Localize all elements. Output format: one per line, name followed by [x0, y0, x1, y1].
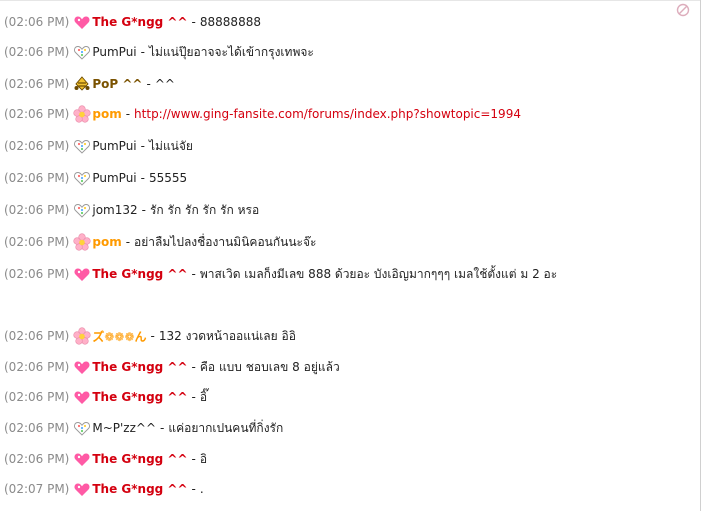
user-name[interactable]: pom	[92, 107, 121, 121]
message-time: (02:06 PM)	[4, 171, 70, 185]
chat-message: (02:06 PM) ズ❁❁❁ん - 132 งวดหน้าออแน่เลย อ…	[4, 326, 296, 346]
rainbow-heart-icon	[74, 172, 91, 186]
message-time: (02:06 PM)	[4, 45, 70, 59]
separator: -	[191, 482, 196, 496]
pink-flower-icon	[73, 105, 91, 123]
separator: -	[125, 107, 131, 121]
message-text: อิ	[199, 451, 208, 466]
message-time: (02:06 PM)	[4, 139, 70, 153]
message-text: พาสเวิด เมลก็งมีเลข 888 ด้วยอะ บังเอิญมา…	[199, 266, 558, 281]
message-text: ^^	[154, 77, 175, 91]
message-text: 55555	[149, 171, 188, 185]
chat-message: (02:06 PM) jom132 - รัก รัก รัก รัก รัก …	[4, 200, 259, 220]
message-text: .	[199, 482, 204, 496]
separator: -	[140, 45, 145, 59]
separator: -	[191, 360, 196, 374]
separator: -	[140, 139, 145, 153]
chat-message: (02:06 PM) PoP ^^ - ^^	[4, 74, 175, 94]
message-time: (02:06 PM)	[4, 421, 70, 435]
rainbow-heart-icon	[74, 46, 91, 60]
separator: -	[141, 203, 146, 217]
user-name[interactable]: ズ❁❁❁ん	[92, 328, 146, 345]
separator: -	[191, 390, 196, 404]
divider	[0, 0, 700, 1]
message-text: แค่อยากเปนคนที่กิ่งรัก	[168, 420, 284, 435]
message-text: คือ แบบ ชอบเลข 8 อยู่แล้ว	[199, 359, 340, 374]
pink-heart-icon	[74, 453, 90, 466]
chat-log: (02:06 PM) The G*ngg ^^ - 88888888 (02:0…	[0, 0, 701, 511]
chat-message: (02:06 PM) pom - อย่าลืมไปลงชื่องานมินิค…	[4, 232, 316, 252]
chat-message: (02:06 PM) PumPui - ไม่แน่จัย	[4, 136, 193, 156]
message-time: (02:06 PM)	[4, 107, 70, 121]
chat-message: (02:06 PM) PumPui - ไม่แน่ปุ๊ยอาจจะได้เข…	[4, 42, 314, 62]
user-name[interactable]: PumPui	[92, 139, 136, 153]
user-name[interactable]: The G*ngg ^^	[92, 267, 187, 281]
message-time: (02:07 PM)	[4, 482, 70, 496]
chat-message: (02:06 PM) M~P'zz^^ - แค่อยากเปนคนที่กิ่…	[4, 418, 283, 438]
message-time: (02:06 PM)	[4, 235, 70, 249]
user-name[interactable]: jom132	[92, 203, 137, 217]
pink-heart-icon	[74, 391, 90, 404]
user-name[interactable]: The G*ngg ^^	[92, 452, 187, 466]
message-time: (02:06 PM)	[4, 390, 70, 404]
bee-icon	[74, 76, 90, 91]
separator: -	[191, 15, 196, 29]
user-name[interactable]: PumPui	[92, 45, 136, 59]
pink-heart-icon	[74, 361, 90, 374]
separator: -	[146, 77, 151, 91]
user-name[interactable]: The G*ngg ^^	[92, 15, 187, 29]
message-text: อย่าลืมไปลงชื่องานมินิคอนกันนะจ๊ะ	[134, 234, 317, 249]
user-name[interactable]: PumPui	[92, 171, 136, 185]
message-text: อิ๊	[199, 389, 208, 404]
separator: -	[125, 235, 131, 249]
pink-flower-icon	[73, 327, 91, 345]
message-time: (02:06 PM)	[4, 360, 70, 374]
chat-message: (02:06 PM) pom - http://www.ging-fansite…	[4, 104, 521, 124]
chat-message: (02:06 PM) The G*ngg ^^ - 88888888	[4, 12, 261, 32]
rainbow-heart-icon	[74, 204, 91, 218]
chat-message: (02:07 PM) The G*ngg ^^ - .	[4, 479, 204, 499]
pink-heart-icon	[74, 16, 90, 29]
message-time: (02:06 PM)	[4, 203, 70, 217]
separator: -	[191, 452, 196, 466]
message-time: (02:06 PM)	[4, 15, 70, 29]
user-name[interactable]: PoP ^^	[92, 77, 142, 91]
message-time: (02:06 PM)	[4, 329, 70, 343]
message-text: 88888888	[199, 15, 261, 29]
user-name[interactable]: M~P'zz^^	[92, 421, 156, 435]
pink-flower-icon	[73, 233, 91, 251]
rainbow-heart-icon	[74, 140, 91, 154]
separator: -	[140, 171, 145, 185]
user-name[interactable]: The G*ngg ^^	[92, 360, 187, 374]
pink-heart-icon	[74, 483, 90, 496]
message-time: (02:06 PM)	[4, 267, 70, 281]
rainbow-heart-icon	[74, 422, 91, 436]
message-text: ไม่แน่ปุ๊ยอาจจะได้เข้ากรุงเทพจะ	[149, 44, 314, 59]
message-time: (02:06 PM)	[4, 452, 70, 466]
user-name[interactable]: The G*ngg ^^	[92, 482, 187, 496]
chat-message: (02:06 PM) The G*ngg ^^ - อิ	[4, 449, 207, 469]
message-text: 132 งวดหน้าออแน่เลย อิอิ	[158, 328, 296, 343]
message-text: รัก รัก รัก รัก รัก หรอ	[149, 202, 260, 217]
emoticon-corner-icon[interactable]	[676, 3, 690, 17]
user-name[interactable]: pom	[92, 235, 121, 249]
chat-message: (02:06 PM) The G*ngg ^^ - อิ๊	[4, 387, 207, 407]
message-link[interactable]: http://www.ging-fansite.com/forums/index…	[134, 107, 521, 121]
separator: -	[191, 267, 196, 281]
chat-message: (02:06 PM) PumPui - 55555	[4, 168, 187, 188]
user-name[interactable]: The G*ngg ^^	[92, 390, 187, 404]
message-time: (02:06 PM)	[4, 77, 70, 91]
separator: -	[150, 329, 155, 343]
pink-heart-icon	[74, 268, 90, 281]
chat-message: (02:06 PM) The G*ngg ^^ - พาสเวิด เมลก็ง…	[4, 264, 557, 284]
separator: -	[160, 421, 165, 435]
message-text: ไม่แน่จัย	[149, 138, 193, 153]
chat-message: (02:06 PM) The G*ngg ^^ - คือ แบบ ชอบเลข…	[4, 357, 340, 377]
